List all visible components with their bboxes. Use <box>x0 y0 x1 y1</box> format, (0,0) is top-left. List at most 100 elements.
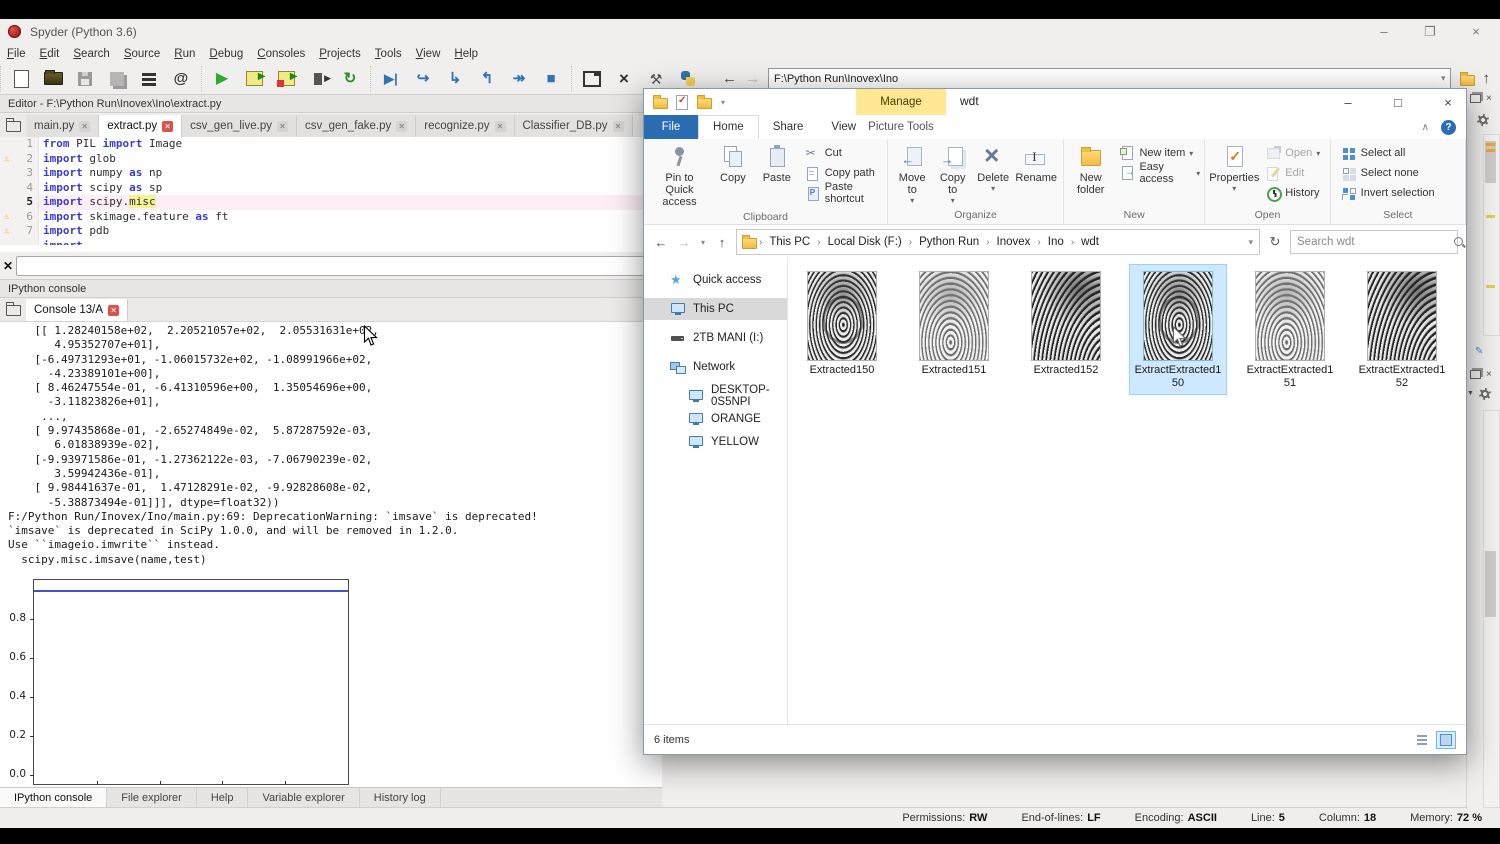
close-icon[interactable]: ✕ <box>613 121 624 132</box>
thumbnail-view-icon[interactable] <box>1436 731 1456 749</box>
ribbon-tab-share[interactable]: Share <box>759 115 818 139</box>
close-pane-icon[interactable]: × <box>1486 369 1492 380</box>
file-switcher-button[interactable] <box>138 68 160 90</box>
up-directory-icon[interactable]: ↑ <box>1483 70 1491 87</box>
menu-search[interactable]: Search <box>66 46 116 62</box>
close-icon[interactable]: ✕ <box>396 121 407 132</box>
properties-button[interactable]: Properties▾ <box>1209 143 1259 194</box>
console-tab[interactable]: Console 13/A ✕ <box>26 299 128 321</box>
filter-icon[interactable]: ▼ <box>1467 390 1474 397</box>
editor-tab-extract-py[interactable]: extract.py✕ <box>99 115 182 137</box>
pane-options-gear-icon[interactable] <box>1479 388 1491 403</box>
close-icon[interactable]: ✕ <box>277 121 288 132</box>
sidebar-item-2tb-mani-i[interactable]: 2TB MANI (I:) <box>644 327 787 349</box>
close-icon[interactable]: ✕ <box>108 305 119 316</box>
debug-button[interactable]: ▶| <box>380 68 402 90</box>
restore-icon[interactable]: ❐ <box>1420 24 1440 40</box>
folder-icon[interactable] <box>696 94 712 110</box>
close-icon[interactable]: × <box>1438 95 1458 110</box>
pane-tab-variable-explorer[interactable]: Variable explorer <box>248 788 359 808</box>
step-return-button[interactable]: ↰ <box>476 68 498 90</box>
menu-help[interactable]: Help <box>447 46 485 62</box>
pen-icon[interactable]: ✎ <box>1475 346 1483 357</box>
file-item-extractextracted150[interactable]: ExtractExtracted150 <box>1130 265 1226 394</box>
menu-run[interactable]: Run <box>167 46 202 62</box>
up-icon[interactable]: ↑ <box>713 235 731 250</box>
rename-button[interactable]: Rename <box>1013 143 1059 185</box>
new-folder-button[interactable]: New folder <box>1068 143 1113 197</box>
file-item-extracted151[interactable]: Extracted151 <box>906 265 1002 381</box>
pane-tab-file-explorer[interactable]: File explorer <box>107 788 197 808</box>
menu-edit[interactable]: Edit <box>33 46 67 62</box>
breadcrumb-local-disk-f[interactable]: Local Disk (F:) <box>823 236 907 248</box>
step-over-button[interactable]: ↪ <box>412 68 434 90</box>
history-button[interactable]: History <box>1265 184 1320 202</box>
symbol-finder-button[interactable]: @ <box>170 68 192 90</box>
sidebar-item-this-pc[interactable]: This PC <box>644 298 787 320</box>
close-icon[interactable]: ✕ <box>79 121 90 132</box>
back-icon[interactable]: ← <box>652 235 670 250</box>
undock-pane-icon[interactable] <box>1470 370 1481 382</box>
file-item-extracted150[interactable]: Extracted150 <box>794 265 890 381</box>
editor-scrollbar[interactable] <box>1483 134 1500 336</box>
stop-button[interactable]: ■ <box>540 68 562 90</box>
minimize-icon[interactable]: – <box>1338 95 1358 110</box>
select-all-button[interactable]: Select all <box>1341 144 1435 162</box>
sidebar-item-network[interactable]: Network <box>644 356 787 378</box>
invert-selection-button[interactable]: Invert selection <box>1341 184 1435 202</box>
continue-button[interactable]: ↠ <box>508 68 530 90</box>
paste-button[interactable]: Paste <box>755 143 799 185</box>
sidebar-item-orange[interactable]: ORANGE <box>644 408 787 430</box>
copy-path-button[interactable]: Copy path <box>805 164 883 182</box>
refresh-icon[interactable]: ↻ <box>1265 234 1285 250</box>
pane-tab-ipython-console[interactable]: IPython console <box>0 788 107 808</box>
open-file-button[interactable] <box>42 68 64 90</box>
paste-shortcut-button[interactable]: Paste shortcut <box>805 184 883 202</box>
details-view-icon[interactable] <box>1412 731 1432 749</box>
folder-icon[interactable] <box>652 94 668 110</box>
collapse-ribbon-icon[interactable]: ∧ <box>1422 122 1429 133</box>
cut-button[interactable]: Cut <box>805 144 883 162</box>
sidebar-item-yellow[interactable]: YELLOW <box>644 431 787 453</box>
menu-file[interactable]: File <box>0 46 33 62</box>
console-output-area[interactable]: [[ 1.28240158e+02, 2.20521057e+02, 2.055… <box>0 321 662 788</box>
ribbon-tab-file[interactable]: File <box>644 115 698 139</box>
file-item-extractextracted151[interactable]: ExtractExtracted151 <box>1242 265 1338 394</box>
menu-debug[interactable]: Debug <box>202 46 250 62</box>
menu-view[interactable]: View <box>409 46 448 62</box>
close-icon[interactable]: × <box>1466 24 1486 39</box>
copy-to-button[interactable]: Copy to▾ <box>932 143 972 206</box>
editor-tab-main-py[interactable]: main.py✕ <box>26 115 99 137</box>
pane-tab-history-log[interactable]: History log <box>360 788 441 808</box>
run-cell-button[interactable] <box>243 68 265 90</box>
close-icon[interactable]: ✕ <box>495 121 506 132</box>
minimize-icon[interactable]: – <box>1374 24 1394 39</box>
search-input[interactable] <box>1295 235 1453 249</box>
sidebar-item-desktop-0s5npi[interactable]: DESKTOP-0S5NPI <box>644 385 787 407</box>
breadcrumb-inovex[interactable]: Inovex <box>992 236 1036 248</box>
address-dropdown-icon[interactable]: ▾ <box>1248 237 1253 248</box>
save-all-button[interactable] <box>106 68 128 90</box>
new-file-button[interactable] <box>10 68 32 90</box>
recent-locations-icon[interactable]: ▾ <box>698 238 708 247</box>
move-to-button[interactable]: Move to▾ <box>892 143 932 206</box>
menu-source[interactable]: Source <box>117 46 167 62</box>
select-none-button[interactable]: Select none <box>1341 164 1435 182</box>
close-icon[interactable]: ✕ <box>162 121 173 132</box>
breadcrumb-python-run[interactable]: Python Run <box>914 236 984 248</box>
run-cell-advance-button[interactable] <box>275 68 297 90</box>
close-find-icon[interactable]: ✕ <box>0 259 16 273</box>
close-pane-icon[interactable]: × <box>1486 93 1492 104</box>
ribbon-tab-home[interactable]: Home <box>698 115 759 139</box>
pane-options-gear-icon[interactable] <box>1477 114 1489 129</box>
editor-code-area[interactable]: 1from PIL import Image⚠2import glob3impo… <box>0 137 662 252</box>
step-into-button[interactable]: ↳ <box>444 68 466 90</box>
breadcrumb-wdt[interactable]: wdt <box>1076 236 1104 248</box>
restart-kernel-button[interactable]: ↻ <box>339 68 361 90</box>
breadcrumb[interactable]: ›This PC›Local Disk (F:)›Python Run›Inov… <box>736 229 1260 255</box>
delete-button[interactable]: Delete▾ <box>973 143 1013 194</box>
menu-tools[interactable]: Tools <box>368 46 409 62</box>
help-icon[interactable]: ? <box>1441 120 1456 135</box>
editor-tab-recognize-py[interactable]: recognize.py✕ <box>416 115 514 137</box>
save-button[interactable] <box>74 68 96 90</box>
